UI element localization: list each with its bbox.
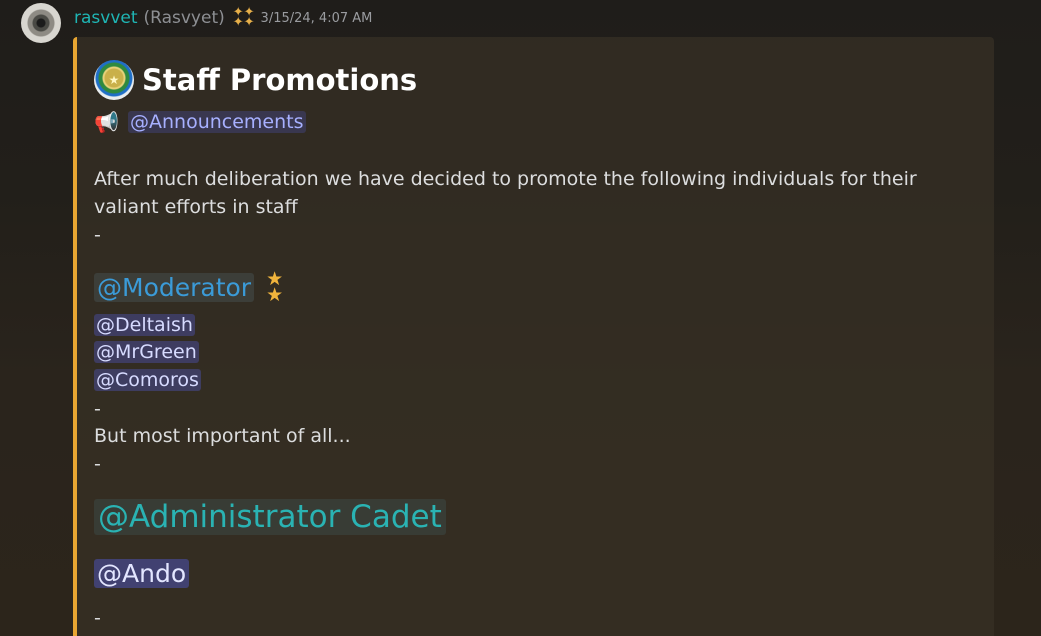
timestamp: 3/15/24, 4:07 AM: [260, 10, 373, 26]
dash-separator: -: [94, 224, 101, 246]
user-mention-ando[interactable]: @Ando: [94, 559, 190, 588]
important-text: But most important of all...: [94, 425, 351, 447]
embed-title: Staff Promotions: [142, 63, 418, 97]
medal-icon: ★: [94, 60, 134, 100]
megaphone-icon: 📢: [94, 110, 119, 134]
dash-separator: -: [94, 453, 101, 475]
dash-separator: -: [94, 607, 101, 629]
embed-card: ★ Staff Promotions 📢 @Announcements Afte…: [73, 37, 994, 636]
nickname: (Rasvyet): [143, 8, 225, 28]
announcements-mention[interactable]: @Announcements: [128, 111, 306, 133]
intro-text: After much deliberation we have decided …: [94, 168, 917, 218]
stars-icon: ✦✦ ✦✦: [232, 5, 255, 30]
embed-title-row: ★ Staff Promotions: [94, 60, 417, 100]
user-mention-mrgreen[interactable]: @MrGreen: [94, 341, 199, 363]
username[interactable]: rasvvet: [74, 8, 138, 28]
user-mention-comoros[interactable]: @Comoros: [94, 369, 201, 391]
announcements-row: 📢 @Announcements: [94, 110, 306, 134]
moderator-role-row: @Moderator ★ ★: [94, 268, 284, 306]
message-header: rasvvet (Rasvyet) ✦✦ ✦✦ 3/15/24, 4:07 AM: [74, 5, 372, 31]
dash-separator: -: [94, 398, 101, 420]
administrator-cadet-role-mention[interactable]: @Administrator Cadet: [94, 499, 446, 535]
stars-icon: ★ ★: [266, 268, 284, 306]
user-avatar[interactable]: [21, 3, 61, 43]
user-mention-deltaish[interactable]: @Deltaish: [94, 314, 195, 336]
moderator-role-mention[interactable]: @Moderator: [94, 272, 255, 302]
